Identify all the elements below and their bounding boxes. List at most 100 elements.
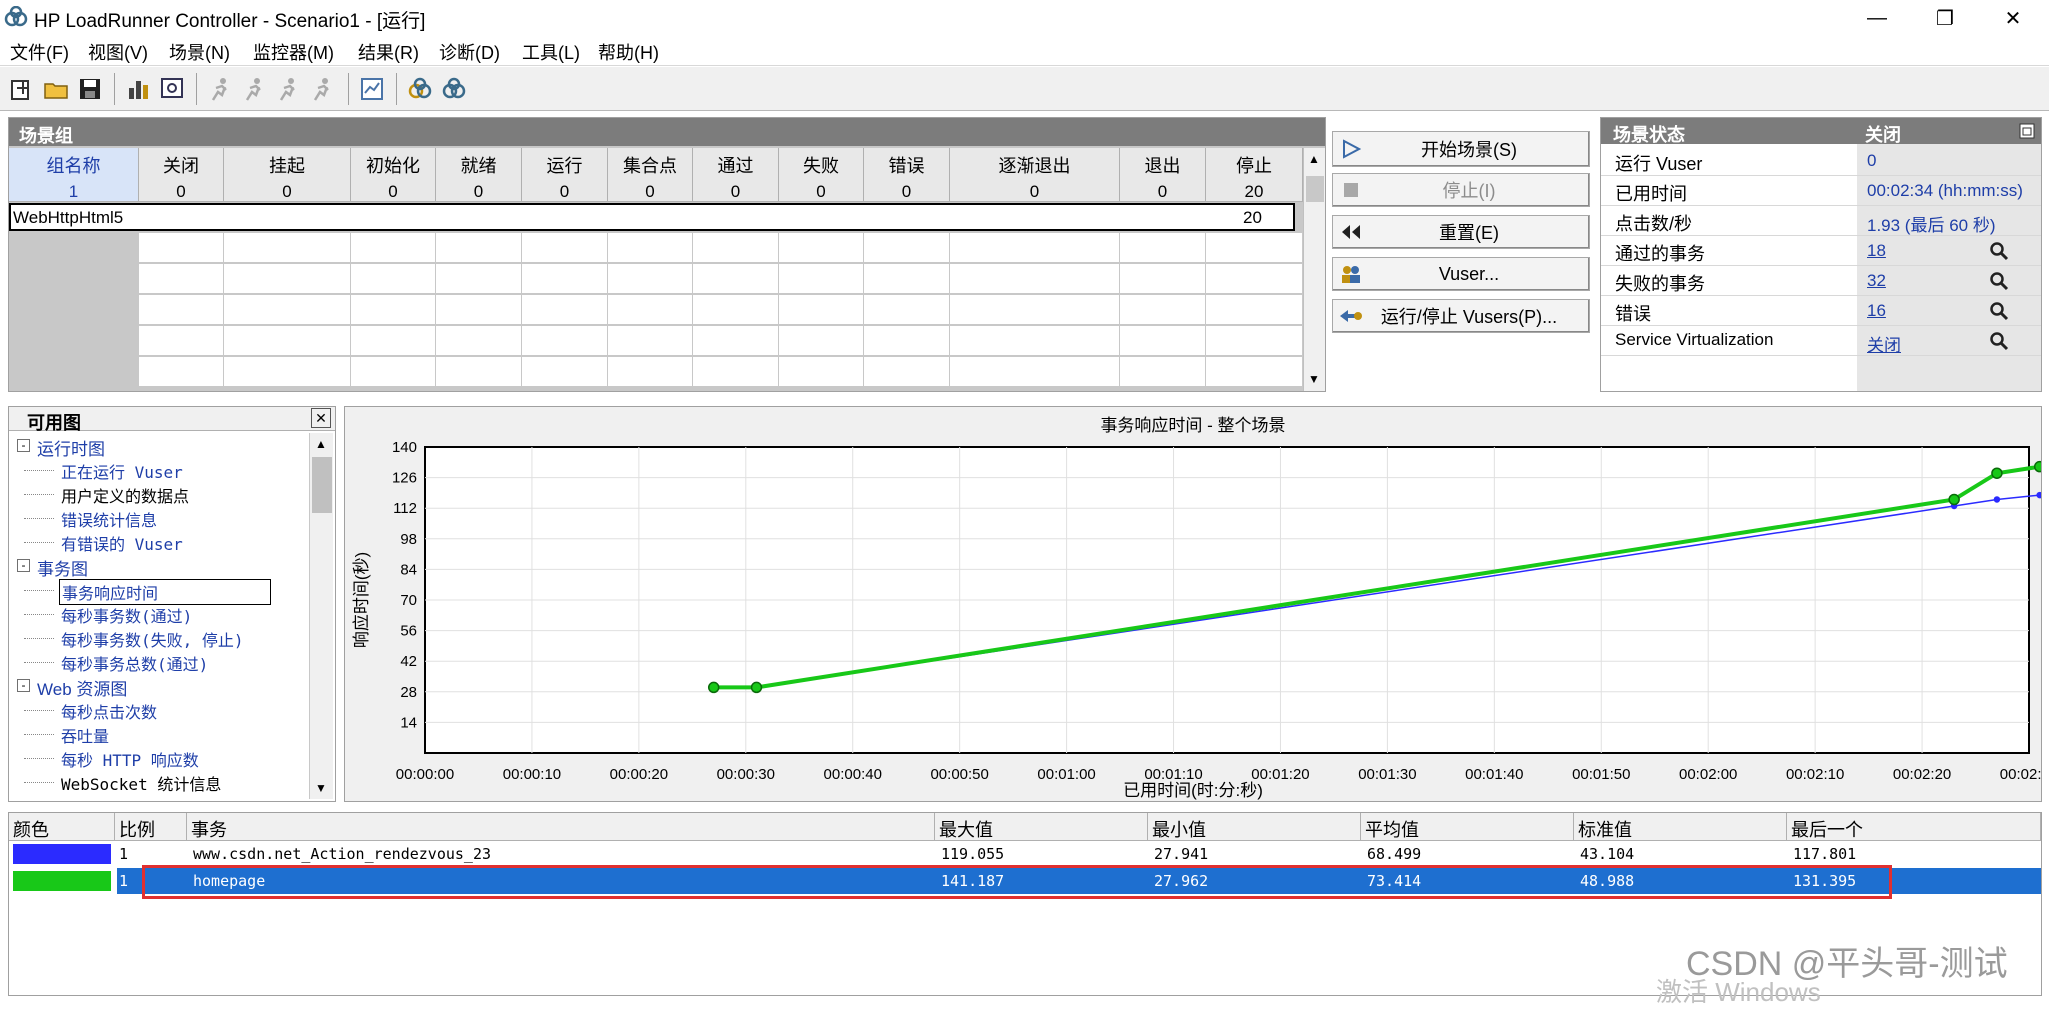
col-last[interactable]: 最后一个 — [1787, 813, 2041, 841]
group-scrollbar[interactable]: ▲ ▼ — [1303, 148, 1325, 391]
group-icon — [408, 77, 432, 99]
tree-item[interactable]: 吞吐量 — [61, 723, 109, 747]
magnifier-icon[interactable] — [1989, 301, 2009, 321]
analyze-results-button[interactable] — [356, 73, 388, 105]
minimize-button[interactable]: — — [1843, 0, 1911, 36]
errors-link[interactable]: 16 — [1867, 301, 1886, 321]
run-vuser-button[interactable] — [204, 73, 236, 105]
open-button[interactable] — [40, 73, 72, 105]
design-view-button[interactable] — [122, 73, 154, 105]
tree-category[interactable]: 事务图 — [37, 555, 88, 580]
tree-item[interactable]: 错误统计信息 — [61, 507, 157, 531]
maximize-button[interactable]: ❐ — [1911, 0, 1979, 36]
col-stopped[interactable]: 停止 20 — [1206, 148, 1303, 202]
stop-vuser-button[interactable] — [306, 73, 338, 105]
col-scale[interactable]: 比例 — [115, 813, 187, 841]
new-scenario-button[interactable] — [6, 73, 38, 105]
tree-item[interactable]: 用户定义的数据点 — [61, 483, 189, 507]
run-stop-vusers-button[interactable]: 运行/停止 Vusers(P)... — [1332, 299, 1590, 333]
load-generators-button[interactable] — [438, 73, 470, 105]
menu-tools[interactable]: 工具(L) — [522, 39, 580, 65]
col-min[interactable]: 最小值 — [1148, 813, 1361, 841]
data-point — [1948, 493, 1960, 506]
tree-item[interactable]: 每秒事务总数(通过) — [61, 651, 208, 675]
stop-gradual-button[interactable] — [272, 73, 304, 105]
table-row[interactable]: 1 www.csdn.net_Action_rendezvous_23 119.… — [9, 841, 2041, 867]
col-gradual-exit[interactable]: 逐渐退出 0 — [950, 148, 1120, 202]
menu-file[interactable]: 文件(F) — [10, 39, 69, 65]
col-passed[interactable]: 通过 0 — [693, 148, 779, 202]
empty-row[interactable] — [9, 233, 1303, 263]
passed-link[interactable]: 18 — [1867, 241, 1886, 261]
tree-scrollbar[interactable]: ▲ ▼ — [309, 433, 333, 799]
menu-help[interactable]: 帮助(H) — [598, 39, 659, 65]
tree-item[interactable]: 每秒事务数(通过) — [61, 603, 192, 627]
color-swatch-blue[interactable] — [13, 844, 111, 864]
col-max[interactable]: 最大值 — [935, 813, 1148, 841]
empty-row[interactable] — [9, 357, 1303, 387]
tree-item[interactable]: 有错误的 Vuser — [61, 531, 183, 555]
tree-item[interactable]: 每秒点击次数 — [61, 699, 157, 723]
magnifier-icon[interactable] — [1989, 271, 2009, 291]
collapse-toggle-icon[interactable]: - — [17, 439, 30, 452]
run-view-button[interactable] — [156, 73, 188, 105]
sv-link[interactable]: 关闭 — [1867, 331, 1901, 356]
empty-row[interactable] — [9, 264, 1303, 294]
tree-category[interactable]: 运行时图 — [37, 435, 105, 460]
reset-button[interactable]: 重置(E) — [1332, 215, 1590, 249]
collapse-toggle-icon[interactable]: - — [17, 559, 30, 572]
col-error[interactable]: 错误 0 — [864, 148, 950, 202]
vuser-group-button[interactable] — [404, 73, 436, 105]
col-run[interactable]: 运行 0 — [522, 148, 608, 202]
magnifier-icon[interactable] — [1989, 331, 2009, 351]
tree-scroll-down-icon[interactable]: ▼ — [315, 781, 327, 795]
save-button[interactable] — [74, 73, 106, 105]
tree-item[interactable]: 每秒事务数(失败, 停止) — [61, 627, 244, 651]
tree-item[interactable]: WebSocket 统计信息 — [61, 771, 221, 795]
tree-scroll-up-icon[interactable]: ▲ — [315, 437, 327, 451]
col-exit[interactable]: 退出 0 — [1120, 148, 1206, 202]
tree-item-selected[interactable]: 事务响应时间 — [59, 579, 271, 605]
col-avg[interactable]: 平均值 — [1361, 813, 1574, 841]
col-std[interactable]: 标准值 — [1574, 813, 1787, 841]
runner-icon — [245, 78, 261, 101]
col-transaction[interactable]: 事务 — [187, 813, 935, 841]
close-graphs-icon[interactable]: ✕ — [311, 408, 331, 428]
menu-monitors[interactable]: 监控器(M) — [253, 39, 334, 65]
status-row-failed: 失败的事务 32 — [1601, 266, 2041, 296]
vusers-button[interactable]: Vuser... — [1332, 257, 1590, 291]
empty-row[interactable] — [9, 295, 1303, 325]
menu-view[interactable]: 视图(V) — [88, 39, 148, 65]
col-color[interactable]: 颜色 — [9, 813, 115, 841]
col-init[interactable]: 初始化 0 — [351, 148, 436, 202]
group-row[interactable]: WebHttpHtml5 20 — [9, 203, 1295, 231]
menu-results[interactable]: 结果(R) — [358, 39, 419, 65]
failed-link[interactable]: 32 — [1867, 271, 1886, 291]
col-failed[interactable]: 失败 0 — [779, 148, 864, 202]
restore-panel-icon[interactable] — [2019, 123, 2035, 139]
color-swatch-green[interactable] — [13, 871, 111, 891]
tree-item[interactable]: 正在运行 Vuser — [61, 459, 183, 483]
col-pending[interactable]: 挂起 0 — [224, 148, 351, 202]
tree-item[interactable]: 每秒 HTTP 响应数 — [61, 747, 199, 771]
col-down[interactable]: 关闭 0 — [139, 148, 224, 202]
magnifier-icon[interactable] — [1989, 241, 2009, 261]
scroll-up-icon[interactable]: ▲ — [1308, 152, 1320, 166]
group-icon — [442, 77, 466, 99]
col-rendezvous[interactable]: 集合点 0 — [608, 148, 693, 202]
scroll-down-icon[interactable]: ▼ — [1308, 372, 1320, 386]
stop-button[interactable]: 停止(I) — [1332, 173, 1590, 207]
start-scenario-button[interactable]: 开始场景(S) — [1332, 131, 1590, 167]
tree-scroll-thumb[interactable] — [312, 457, 332, 513]
col-group-name[interactable]: 组名称 1 — [9, 148, 139, 202]
collapse-toggle-icon[interactable]: - — [17, 679, 30, 692]
empty-row[interactable] — [9, 326, 1303, 356]
gradual-run-button[interactable] — [238, 73, 270, 105]
close-button[interactable]: ✕ — [1979, 0, 2047, 36]
scroll-thumb[interactable] — [1306, 176, 1324, 202]
tree-category[interactable]: Web 资源图 — [37, 675, 127, 700]
menu-scenario[interactable]: 场景(N) — [169, 39, 230, 65]
menu-diagnostics[interactable]: 诊断(D) — [439, 39, 500, 65]
status-row-elapsed: 已用时间 00:02:34 (hh:mm:ss) — [1601, 176, 2041, 206]
col-ready[interactable]: 就绪 0 — [436, 148, 522, 202]
